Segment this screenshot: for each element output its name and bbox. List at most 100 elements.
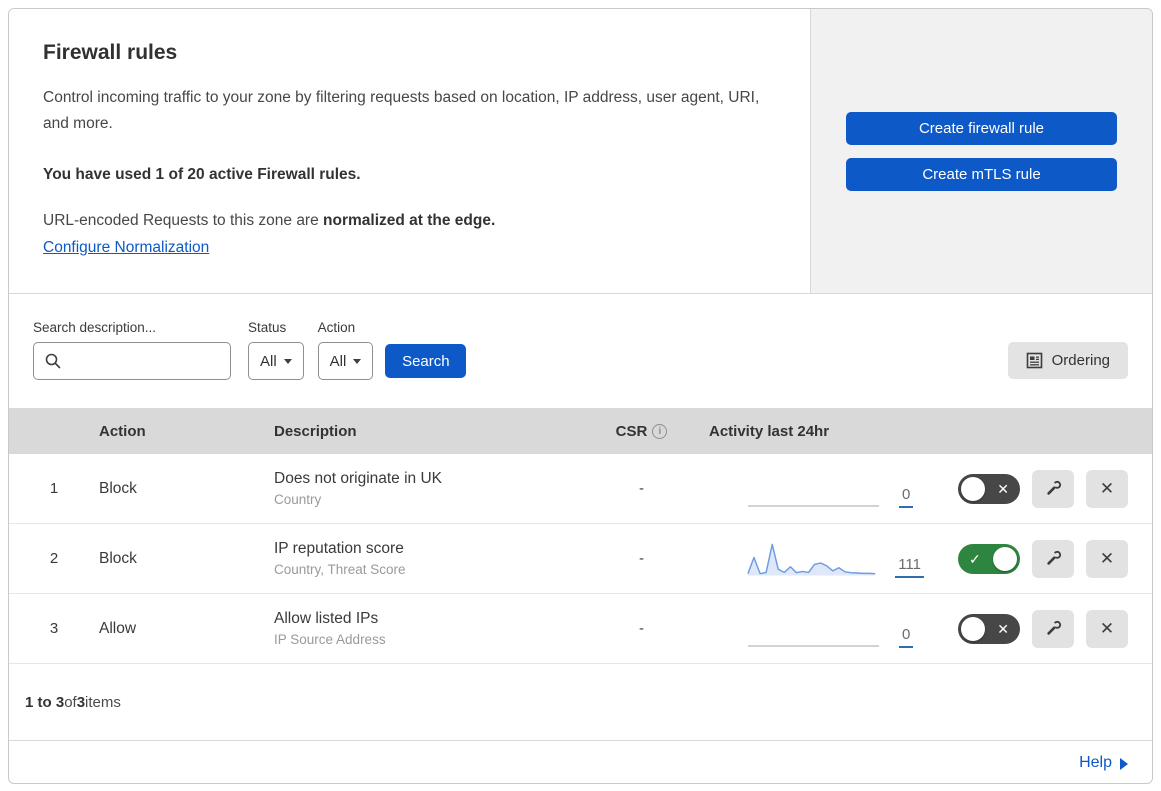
wrench-icon [1046,620,1061,635]
help-link[interactable]: Help [1079,754,1128,772]
rule-enabled-toggle[interactable] [958,543,1020,574]
info-icon[interactable] [652,423,668,439]
actions-panel: Create firewall rule Create mTLS rule [810,9,1152,293]
table-row: 2 Block IP reputation score Country, Thr… [9,524,1152,594]
rule-controls [924,609,1152,648]
rule-enabled-toggle[interactable] [958,473,1020,504]
edit-rule-button[interactable] [1032,609,1074,648]
normalization-text: URL-encoded Requests to this zone are no… [43,212,776,230]
close-icon [1100,479,1114,499]
rule-enabled-toggle[interactable] [958,613,1020,644]
header-section: Firewall rules Control incoming traffic … [9,9,1152,294]
right-arrow-icon [1120,758,1128,770]
chevron-down-icon [283,358,292,364]
ordering-button[interactable]: Ordering [1007,342,1128,379]
csr-value: - [639,550,644,567]
normalization-prefix: URL-encoded Requests to this zone are [43,212,324,230]
configure-normalization-link[interactable]: Configure Normalization [43,239,209,257]
rule-action: Block [99,479,137,497]
search-input[interactable] [70,353,220,369]
create-firewall-rule-button[interactable]: Create firewall rule [846,111,1117,145]
wrench-icon [1046,480,1061,495]
rule-description-cell: Does not originate in UK Country [274,470,594,507]
rule-description-cell: Allow listed IPs IP Source Address [274,610,594,647]
header-text-area: Firewall rules Control incoming traffic … [9,9,810,293]
wrench-icon [1046,550,1061,565]
action-filter-group: Action All [317,320,374,380]
x-icon [997,474,1009,504]
delete-rule-button[interactable] [1086,609,1128,648]
page-description: Control incoming traffic to your zone by… [43,89,760,132]
usage-text: You have used 1 of 20 active Firewall ru… [43,166,361,184]
status-label: Status [248,320,287,335]
toggle-knob [961,476,985,501]
chevron-down-icon [353,358,362,364]
status-selected-value: All [260,352,277,370]
rule-description-cell: IP reputation score Country, Threat Scor… [274,540,594,577]
activity-cell: 111 [689,539,924,579]
activity-count-link[interactable]: 111 [895,557,924,578]
page-title: Firewall rules [43,41,178,64]
filter-bar: Search description... Status All Action … [9,294,1152,408]
activity-sparkline [748,644,879,647]
rule-controls [924,539,1152,578]
total-count: 3 [76,693,86,711]
search-icon [45,353,61,369]
search-label: Search description... [33,320,157,335]
activity-cell: 0 [689,609,924,649]
close-icon [1100,549,1114,569]
ordering-label: Ordering [1051,352,1110,369]
rules-table: Action Description CSR Activity last 24h… [9,408,1152,740]
help-label: Help [1079,754,1112,771]
ordering-icon [1026,352,1042,369]
csr-header-label: CSR [615,422,648,440]
items-text: items [85,693,121,711]
rule-description: IP reputation score [274,540,404,557]
action-selected-value: All [329,352,347,370]
search-button[interactable]: Search [385,344,467,378]
firewall-rules-card: Firewall rules Control incoming traffic … [8,8,1153,784]
rule-controls [924,469,1152,508]
csr-column-header: CSR [594,423,689,440]
help-bar: Help [9,740,1152,783]
pagination-summary: 1 to 3 of 3 items [9,664,1152,740]
status-filter-group: Status All [248,320,304,380]
rule-fields: IP Source Address [274,632,386,647]
x-icon [997,614,1009,644]
action-column-header: Action [99,422,146,440]
action-select[interactable]: All [317,342,374,380]
activity-column-header: Activity last 24hr [709,422,830,440]
activity-cell: 0 [689,469,924,509]
search-group: Search description... [33,320,231,380]
csr-value: - [639,620,644,637]
csr-value: - [639,480,644,497]
edit-rule-button[interactable] [1032,469,1074,508]
table-header-row: Action Description CSR Activity last 24h… [9,408,1152,454]
action-label: Action [317,320,356,335]
table-row: 1 Block Does not originate in UK Country… [9,454,1152,524]
toggle-knob [961,616,985,641]
activity-count-link[interactable]: 0 [899,627,914,648]
rule-priority: 3 [49,620,59,637]
range-text: 1 to 3 [25,693,65,711]
activity-sparkline [748,504,879,507]
activity-sparkline [747,543,876,576]
create-mtls-rule-button[interactable]: Create mTLS rule [846,157,1117,191]
search-box[interactable] [33,342,231,380]
delete-rule-button[interactable] [1086,469,1128,508]
rule-fields: Country, Threat Score [274,562,406,577]
check-icon [969,544,981,574]
delete-rule-button[interactable] [1086,539,1128,578]
rule-description: Does not originate in UK [274,470,443,487]
rule-priority: 1 [49,480,59,497]
activity-count-link[interactable]: 0 [899,487,914,508]
of-text: of [64,693,77,711]
rule-fields: Country [274,492,322,507]
rule-action: Allow [99,619,137,637]
edit-rule-button[interactable] [1032,539,1074,578]
normalization-bold: normalized at the edge. [323,212,496,230]
status-select[interactable]: All [248,342,304,380]
rule-description: Allow listed IPs [274,610,379,627]
description-column-header: Description [274,422,357,440]
table-row: 3 Allow Allow listed IPs IP Source Addre… [9,594,1152,664]
